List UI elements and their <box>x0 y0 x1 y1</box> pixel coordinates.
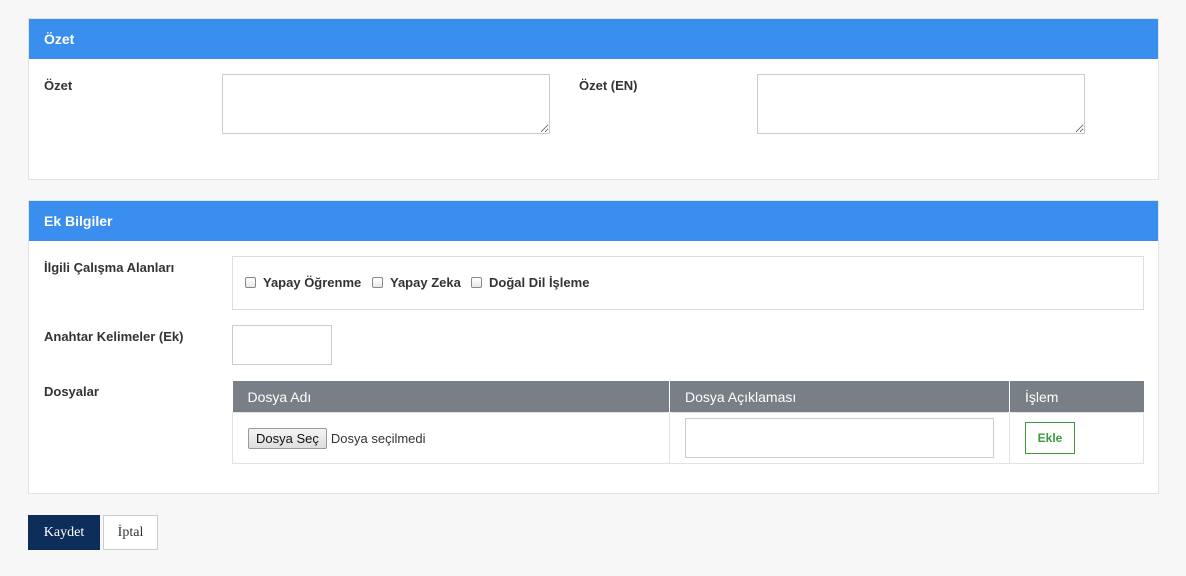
checkbox-icon[interactable] <box>245 277 256 288</box>
column-header-file-description: Dosya Açıklaması <box>669 381 1010 413</box>
summary-card-header: Özet <box>29 19 1158 59</box>
add-file-button[interactable]: Ekle <box>1025 422 1075 454</box>
checkbox-yapay-ogrenme[interactable]: Yapay Öğrenme <box>245 275 361 290</box>
checkbox-icon[interactable] <box>372 277 383 288</box>
cancel-button[interactable]: İptal <box>103 515 158 550</box>
file-picker-cell: Dosya Seç Dosya seçilmedi <box>232 412 670 464</box>
checkbox-dogal-dil-isleme[interactable]: Doğal Dil İşleme <box>471 275 589 290</box>
checkbox-label: Doğal Dil İşleme <box>489 275 590 290</box>
extra-info-card: Ek Bilgiler İlgili Çalışma Alanları Yapa… <box>28 200 1159 494</box>
file-description-input[interactable] <box>685 418 994 458</box>
checkbox-yapay-zeka[interactable]: Yapay Zeka <box>372 275 461 290</box>
column-header-file-name: Dosya Adı <box>232 381 670 413</box>
areas-checkbox-group: Yapay Öğrenme Yapay Zeka Doğal Dil İşlem… <box>232 256 1144 310</box>
keywords-input[interactable] <box>232 325 332 365</box>
files-label: Dosyalar <box>44 384 99 399</box>
action-cell: Ekle <box>1009 412 1144 464</box>
no-file-text: Dosya seçilmedi <box>330 430 426 446</box>
areas-label: İlgili Çalışma Alanları <box>44 260 175 275</box>
files-table: Dosya Adı Dosya Açıklaması İşlem Dosya S… <box>232 381 1144 464</box>
table-row: Dosya Seç Dosya seçilmedi Ekle <box>232 412 1144 464</box>
checkbox-icon[interactable] <box>471 277 482 288</box>
summary-en-textarea[interactable] <box>757 74 1085 134</box>
summary-card: Özet Özet Özet (EN) <box>28 18 1159 180</box>
column-header-action: İşlem <box>1009 381 1144 413</box>
summary-textarea[interactable] <box>222 74 550 134</box>
keywords-label: Anahtar Kelimeler (Ek) <box>44 329 184 344</box>
checkbox-label: Yapay Öğrenme <box>263 275 362 290</box>
choose-file-button[interactable]: Dosya Seç <box>248 427 327 449</box>
file-description-cell <box>669 412 1010 464</box>
extra-info-card-header: Ek Bilgiler <box>29 201 1158 241</box>
summary-label: Özet <box>44 78 73 93</box>
files-table-header-row: Dosya Adı Dosya Açıklaması İşlem <box>232 381 1144 413</box>
summary-en-label: Özet (EN) <box>579 78 638 93</box>
save-button[interactable]: Kaydet <box>28 515 100 550</box>
checkbox-label: Yapay Zeka <box>390 275 461 290</box>
